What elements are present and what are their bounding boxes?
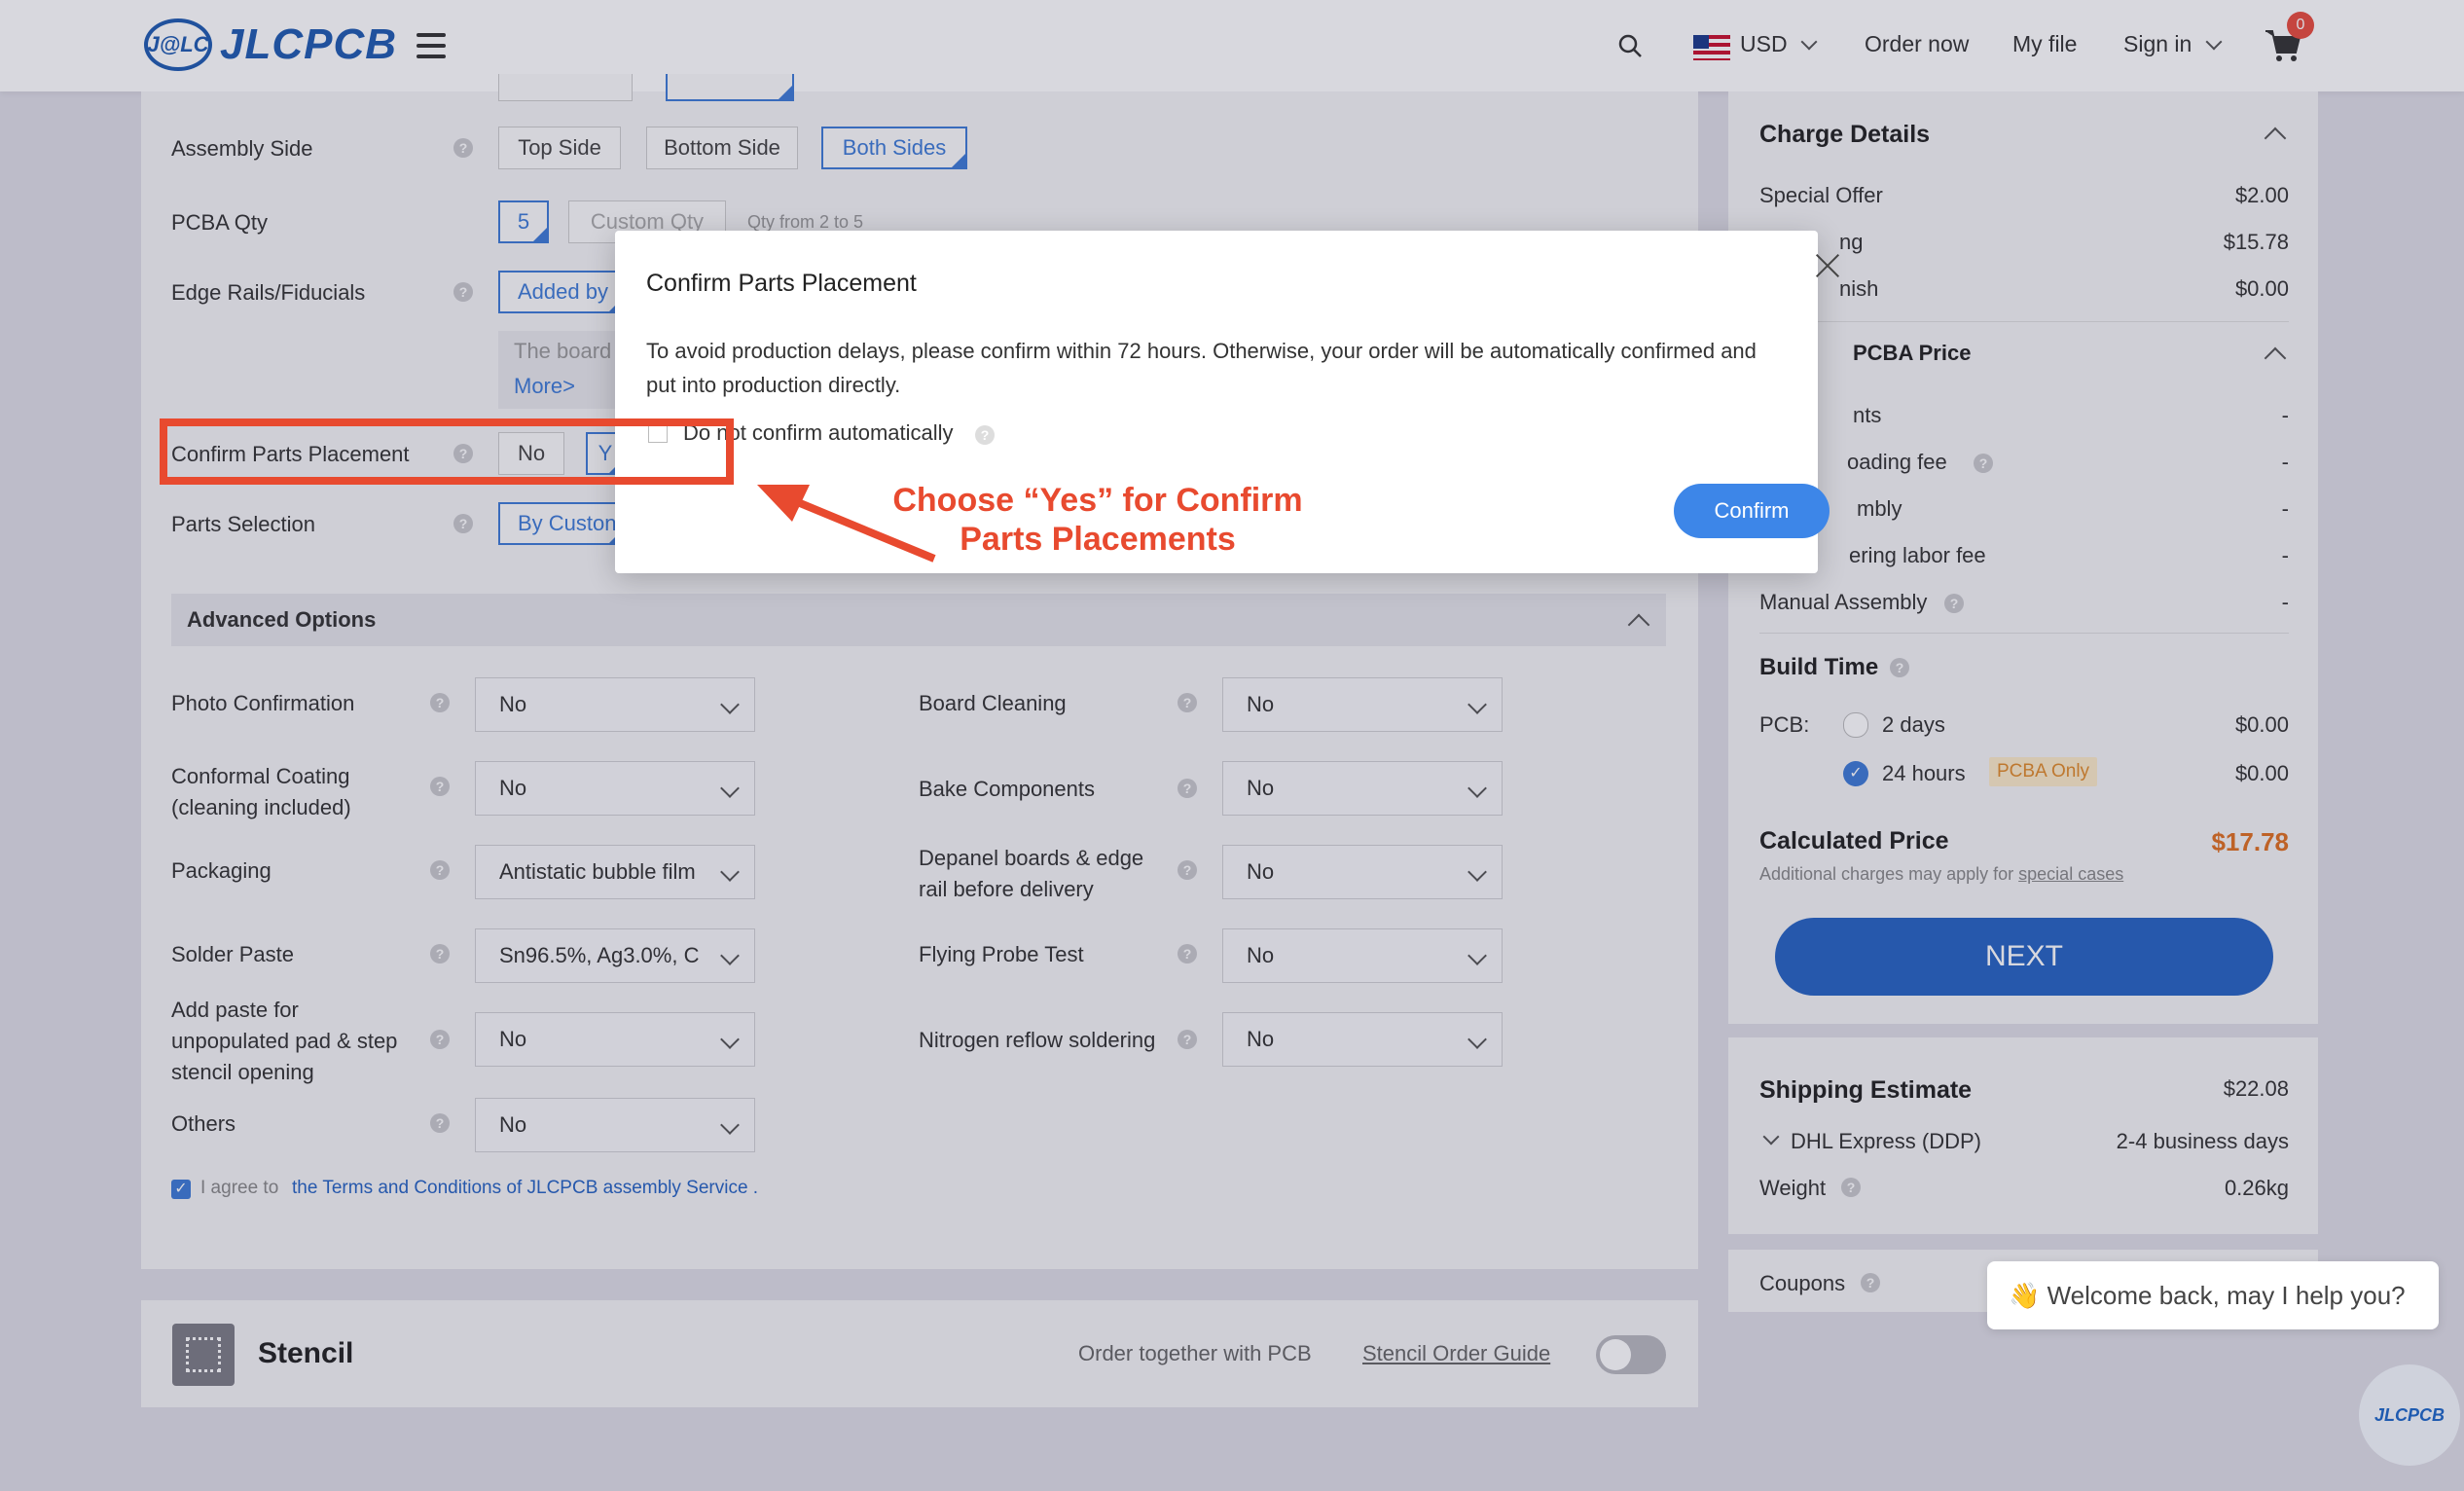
highlight-box: [160, 418, 734, 485]
help-icon[interactable]: ?: [975, 425, 995, 445]
chat-launcher-button[interactable]: JLCPCB: [2359, 1364, 2460, 1466]
modal-body: To avoid production delays, please confi…: [646, 339, 1757, 397]
page: J@LC JLCPCB USD Order now My file Sign i…: [0, 0, 2464, 1491]
close-icon[interactable]: [1814, 252, 1841, 279]
confirm-button[interactable]: Confirm: [1674, 484, 1830, 538]
modal-title: Confirm Parts Placement: [646, 270, 917, 297]
annotation-text: Choose “Yes” for Confirm Parts Placement…: [892, 482, 1303, 558]
chat-greeting-bubble[interactable]: 👋 Welcome back, may I help you?: [1987, 1261, 2439, 1329]
